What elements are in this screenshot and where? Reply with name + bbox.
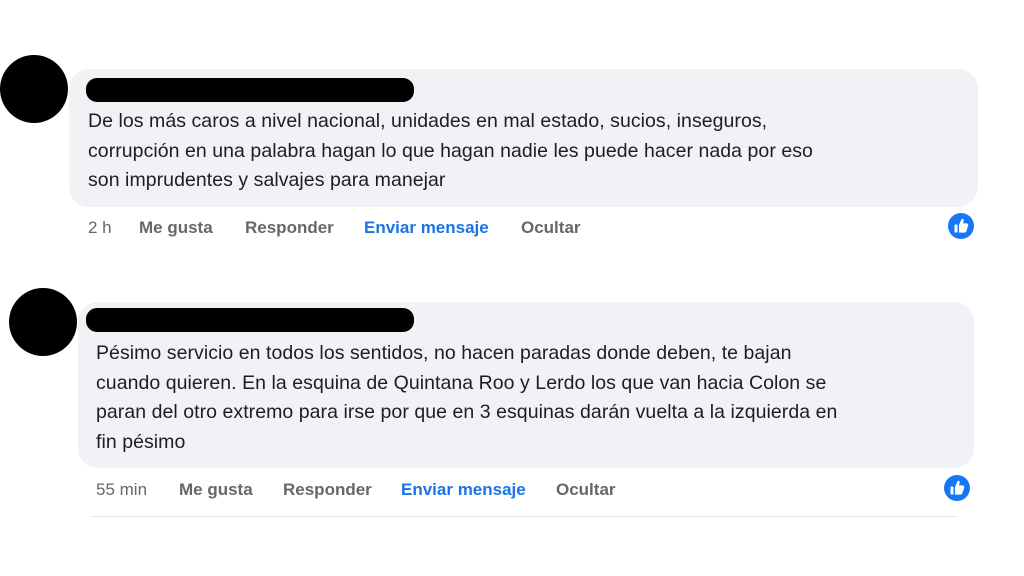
comment-text: De los más caros a nivel nacional, unida…: [88, 107, 968, 196]
comment-line: corrupción en una palabra hagan lo que h…: [88, 139, 813, 162]
avatar[interactable]: [9, 288, 77, 356]
send-message-button[interactable]: Enviar mensaje: [364, 218, 489, 238]
send-message-button[interactable]: Enviar mensaje: [401, 480, 526, 500]
comment-line: son imprudentes y salvajes para manejar: [88, 169, 446, 191]
reply-button[interactable]: Responder: [283, 480, 372, 500]
timestamp[interactable]: 2 h: [88, 218, 112, 238]
redacted-author-name[interactable]: [86, 78, 414, 102]
like-icon[interactable]: [944, 475, 970, 501]
comment-line: De los más caros a nivel nacional, unida…: [88, 110, 768, 132]
avatar[interactable]: [0, 55, 68, 123]
comment-text: Pésimo servicio en todos los sentidos, n…: [96, 339, 966, 457]
like-button[interactable]: Me gusta: [139, 218, 213, 238]
comment-line: Pésimo servicio en todos los sentidos, n…: [96, 342, 792, 364]
comment-line: paran del otro extremo para irse por que…: [96, 401, 838, 423]
like-icon[interactable]: [948, 213, 974, 239]
redacted-author-name[interactable]: [86, 308, 414, 332]
reply-button[interactable]: Responder: [245, 218, 334, 238]
comment-line: fin pésimo: [96, 430, 186, 453]
divider: [92, 516, 958, 517]
like-button[interactable]: Me gusta: [179, 480, 253, 500]
timestamp[interactable]: 55 min: [96, 480, 147, 500]
comment-line: cuando quieren. En la esquina de Quintan…: [96, 371, 827, 394]
hide-button[interactable]: Ocultar: [521, 218, 581, 238]
hide-button[interactable]: Ocultar: [556, 480, 616, 500]
